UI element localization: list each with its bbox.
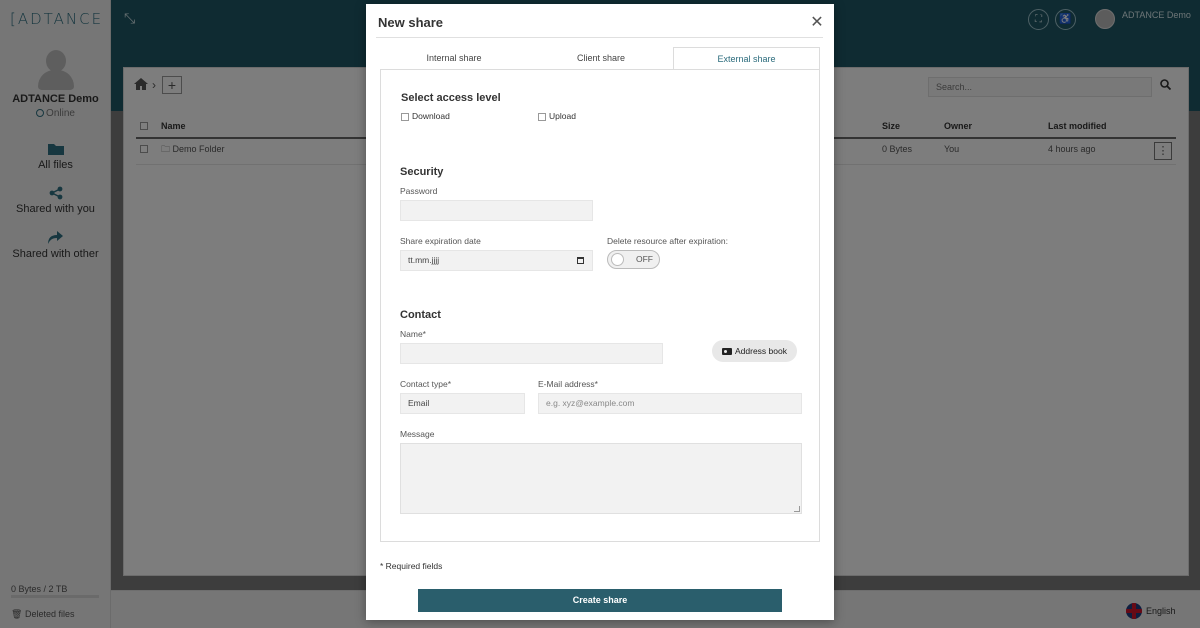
download-checkbox[interactable] [401,113,409,121]
delete-after-expiration-label: Delete resource after expiration: [607,236,728,246]
download-label: Download [412,111,450,121]
tab-external-share[interactable]: External share [673,47,820,70]
name-field[interactable] [400,343,663,364]
share-tabs: Internal share Client share External sha… [380,47,820,70]
upload-checkbox[interactable] [538,113,546,121]
email-field[interactable]: e.g. xyz@example.com [538,393,802,414]
tab-internal-share[interactable]: Internal share [380,47,528,70]
external-share-form: Select access level Download Upload Secu… [380,69,820,542]
divider [376,37,823,38]
address-book-button[interactable]: Address book [712,340,797,362]
expiration-date-input[interactable]: tt.mm.jjjj [400,250,593,271]
security-title: Security [400,166,444,178]
tab-client-share[interactable]: Client share [528,47,674,70]
message-label: Message [400,429,435,439]
password-field[interactable] [400,200,593,221]
expiration-label: Share expiration date [400,236,481,246]
required-fields-note: * Required fields [380,561,443,571]
close-icon[interactable]: ✕ [809,15,825,31]
address-card-icon [722,347,732,355]
name-label: Name* [400,329,426,339]
create-share-button[interactable]: Create share [418,589,782,612]
toggle-knob [611,253,624,266]
contact-title: Contact [400,309,441,321]
access-level-title: Select access level [401,92,501,104]
toggle-label: OFF [636,254,653,264]
dialog-title: New share [378,15,444,30]
contact-type-select[interactable]: Email [400,393,525,414]
contact-type-label: Contact type* [400,379,452,389]
email-label: E-Mail address* [538,379,598,389]
message-textarea[interactable] [400,443,802,514]
resize-handle[interactable] [794,506,800,512]
delete-after-expiration-toggle[interactable]: OFF [607,250,660,269]
password-label: Password [400,186,438,196]
new-share-dialog: New share ✕ Internal share Client share … [366,4,834,620]
calendar-icon[interactable] [577,257,584,264]
upload-label: Upload [549,111,576,121]
